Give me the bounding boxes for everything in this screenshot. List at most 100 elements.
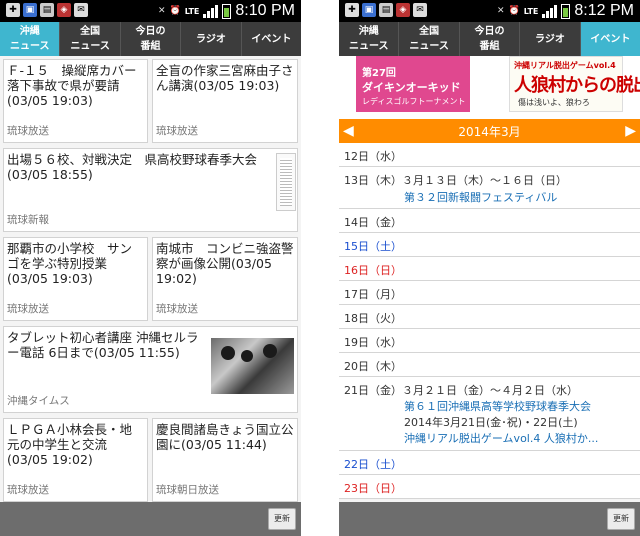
day-row[interactable]: 14日（金） (339, 209, 640, 233)
news-title: 出場５６校、対戦決定 県高校野球春季大会(03/05 18:55) (7, 152, 258, 182)
news-source: 琉球放送 (7, 484, 49, 496)
status-right: ✕ ⏰ LTE 8:10 PM (158, 2, 295, 20)
day-label: 16日（日） (344, 264, 402, 277)
day-row[interactable]: 19日（水） (339, 329, 640, 353)
news-source: 琉球放送 (156, 303, 198, 315)
tab-events[interactable]: イベント (242, 22, 301, 56)
mail-icon: ✉ (413, 3, 427, 17)
news-title: 那覇市の小学校 サンゴを学ぶ特別授業(03/05 19:03) (7, 241, 133, 286)
news-card[interactable]: 那覇市の小学校 サンゴを学ぶ特別授業(03/05 19:03) 琉球放送 (3, 237, 148, 321)
day-label: 13日（木）３月１３日（木）～１６日（日） (344, 174, 567, 187)
news-card[interactable]: ＬＰＧＡ小林会長・地元の中学生と交流(03/05 19:02) 琉球放送 (3, 418, 148, 502)
day-row[interactable]: 22日（土） (339, 451, 640, 475)
mail-icon: ✉ (74, 3, 88, 17)
news-source: 琉球朝日放送 (156, 484, 219, 496)
day-row[interactable]: 17日（月） (339, 281, 640, 305)
banner-text: 人狼村からの脱出 (514, 75, 640, 96)
status-bar: ✚ ▣ ▤ ◈ ✉ ✕ ⏰ LTE 8:10 PM (0, 0, 301, 22)
news-source: 琉球新報 (7, 214, 49, 226)
update-button[interactable]: 更新 (607, 508, 635, 530)
network-type: LTE (523, 6, 539, 16)
news-photo (211, 338, 294, 394)
tab-okinawa-news[interactable]: 沖縄 ニュース (339, 22, 400, 56)
battery-icon (222, 3, 232, 19)
tab-radio[interactable]: ラジオ (520, 22, 581, 56)
month-label: 2014年3月 (458, 125, 521, 139)
mute-icon: ✕ (496, 6, 505, 16)
signal-icon (203, 4, 219, 18)
news-source: 琉球放送 (156, 125, 198, 137)
day-label: 20日（木） (344, 360, 402, 373)
app-icon: ▣ (362, 3, 376, 17)
day-row[interactable]: 12日（水） (339, 143, 640, 167)
news-source: 沖縄タイムス (7, 395, 70, 407)
news-card[interactable]: タブレット初心者講座 沖縄セルラー電話 6日まで(03/05 11:55) 沖縄… (3, 326, 298, 413)
tab-okinawa-news[interactable]: 沖縄 ニュース (0, 22, 61, 56)
news-card[interactable]: 慶良間諸島きょう国立公園に(03/05 11:44) 琉球朝日放送 (152, 418, 298, 502)
banner-text: ダイキンオーキッド (362, 81, 461, 94)
battery-icon (561, 3, 571, 19)
day-row[interactable]: 13日（木）３月１３日（木）～１６日（日） 第３２回新報闘フェスティバル (339, 167, 640, 209)
news-title: 慶良間諸島きょう国立公園に(03/05 11:44) (156, 422, 294, 452)
event-link[interactable]: 沖縄リアル脱出ゲームvol.4 人狼村か... (404, 430, 598, 446)
event-link[interactable]: 第３２回新報闘フェスティバル (404, 189, 557, 205)
day-row[interactable]: 23日（日） (339, 475, 640, 499)
news-card[interactable]: 全盲の作家三宮麻由子さん講演(03/05 19:03) 琉球放送 (152, 59, 298, 143)
shield-icon: ◈ (57, 3, 71, 17)
news-card[interactable]: Ｆ-１５ 操縦席カバー落下事故で県が要請(03/05 19:03) 琉球放送 (3, 59, 148, 143)
day-row[interactable]: 15日（土） (339, 233, 640, 257)
clock: 8:10 PM (235, 2, 295, 19)
alarm-icon: ⏰ (169, 6, 181, 16)
tab-national-news[interactable]: 全国 ニュース (399, 22, 460, 56)
golf-tournament-banner[interactable]: 第27回 ダイキンオーキッド レディスゴルフトーナメント (356, 56, 470, 112)
tab-national-news[interactable]: 全国 ニュース (60, 22, 121, 56)
add-icon: ✚ (6, 3, 20, 17)
day-label: 17日（月） (344, 288, 402, 301)
tab-today-programs[interactable]: 今日の 番組 (460, 22, 521, 56)
news-title: タブレット初心者講座 沖縄セルラー電話 6日まで(03/05 11:55) (7, 330, 199, 360)
day-row[interactable]: 21日（金）３月２１日（金）～４月２日（水） 第６１回沖縄県高等学校野球春季大会… (339, 377, 640, 451)
news-source: 琉球放送 (7, 125, 49, 137)
tab-radio[interactable]: ラジオ (181, 22, 242, 56)
bottom-bar: 更新 (339, 502, 640, 536)
alarm-icon: ⏰ (508, 6, 520, 16)
banner-area: 第27回 ダイキンオーキッド レディスゴルフトーナメント 沖縄リアル脱出ゲームv… (339, 56, 640, 119)
event-date-text: 2014年3月21日(金･祝)・22日(土) (404, 416, 578, 429)
banner-text: レディスゴルフトーナメント (362, 97, 466, 106)
banner-text: 沖縄リアル脱出ゲームvol.4 (514, 61, 616, 70)
tab-today-programs[interactable]: 今日の 番組 (121, 22, 182, 56)
day-label: 22日（土） (344, 458, 402, 471)
notification-icons: ✚ ▣ ▤ ◈ ✉ (345, 3, 427, 17)
news-card[interactable]: 南城市 コンビニ強盗警察が画像公開(03/05 19:02) 琉球放送 (152, 237, 298, 321)
image-icon: ▤ (379, 3, 393, 17)
event-link[interactable]: 第６１回沖縄県高等学校野球春季大会 (404, 398, 591, 414)
signal-icon (542, 4, 558, 18)
update-button[interactable]: 更新 (268, 508, 296, 530)
status-right: ✕ ⏰ LTE 8:12 PM (497, 2, 634, 20)
news-card[interactable]: 出場５６校、対戦決定 県高校野球春季大会(03/05 18:55) 琉球新報 (3, 148, 298, 232)
add-icon: ✚ (345, 3, 359, 17)
news-title: 全盲の作家三宮麻由子さん講演(03/05 19:03) (156, 63, 294, 93)
day-label: 23日（日） (344, 482, 402, 495)
tab-events[interactable]: イベント (580, 22, 640, 56)
news-thumbnail (276, 153, 296, 211)
app-icon: ▣ (23, 3, 37, 17)
bottom-bar: 更新 (0, 502, 301, 536)
news-title: ＬＰＧＡ小林会長・地元の中学生と交流(03/05 19:02) (7, 422, 133, 467)
left-screen: ✚ ▣ ▤ ◈ ✉ ✕ ⏰ LTE 8:10 PM 沖縄 ニュース 全国 ニュー… (0, 0, 301, 536)
day-row[interactable]: 18日（火） (339, 305, 640, 329)
news-title: Ｆ-１５ 操縦席カバー落下事故で県が要請(03/05 19:03) (7, 63, 137, 108)
news-source: 琉球放送 (7, 303, 49, 315)
mute-icon: ✕ (157, 6, 166, 16)
day-label: 18日（火） (344, 312, 402, 325)
month-navigation: ◀ 2014年3月 ▶ (339, 119, 640, 143)
next-month-button[interactable]: ▶ (625, 122, 636, 140)
day-label: 21日（金）３月２１日（金）～４月２日（水） (344, 384, 578, 397)
day-label: 12日（水） (344, 150, 402, 163)
day-label: 15日（土） (344, 240, 402, 253)
day-row[interactable]: 20日（木） (339, 353, 640, 377)
tab-bar: 沖縄 ニュース 全国 ニュース 今日の 番組 ラジオ イベント (339, 22, 640, 56)
day-row[interactable]: 16日（日） (339, 257, 640, 281)
escape-game-banner[interactable]: 沖縄リアル脱出ゲームvol.4 人狼村からの脱出 傷は浅いよ、狼わろ (509, 56, 640, 112)
banner-text: 傷は浅いよ、狼わろ (518, 98, 590, 107)
